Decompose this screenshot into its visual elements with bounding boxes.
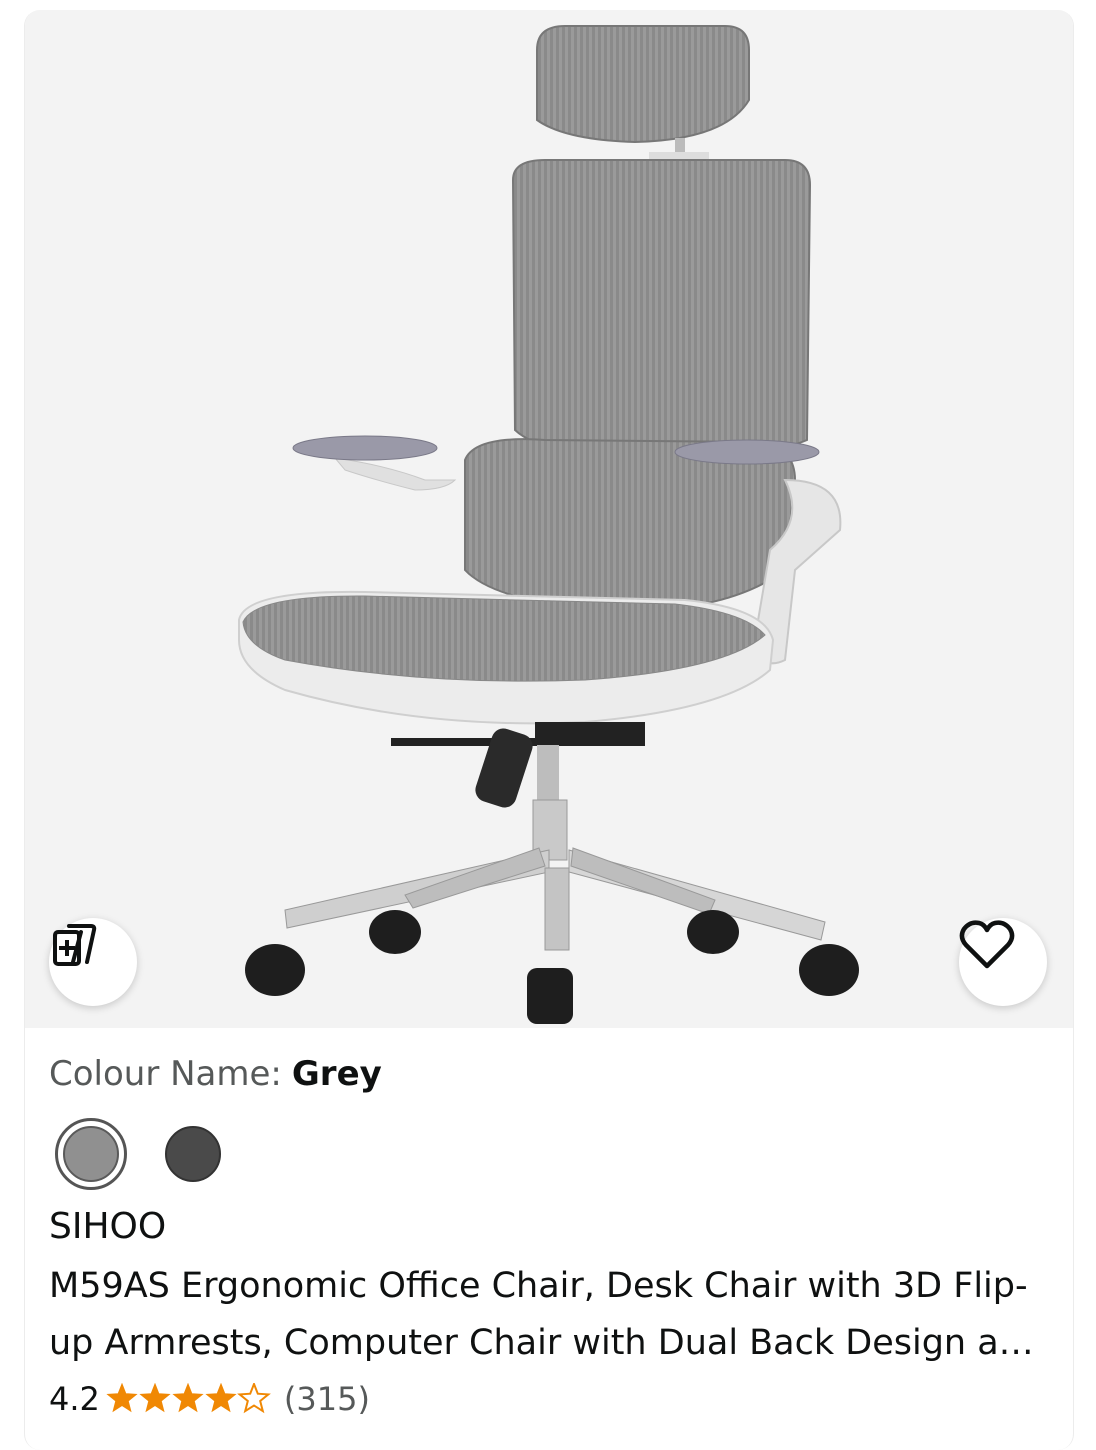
wishlist-button[interactable]: [959, 918, 1047, 1006]
compare-icon: [53, 924, 97, 966]
colour-row: Colour Name: Grey: [49, 1050, 1049, 1098]
swatch-grey[interactable]: [55, 1118, 127, 1190]
brand-name[interactable]: SIHOO: [49, 1202, 1049, 1252]
colour-value: Grey: [291, 1054, 382, 1094]
review-count: (315): [283, 1380, 370, 1418]
stars-icon: [106, 1383, 271, 1414]
compare-button[interactable]: [49, 918, 137, 1006]
star-1: [106, 1383, 138, 1413]
swatch-grey-dot: [63, 1126, 119, 1182]
star-4: [205, 1383, 237, 1413]
star-5: [236, 1383, 271, 1414]
colour-swatches: [49, 1118, 1049, 1202]
product-image[interactable]: [25, 10, 1073, 1028]
star-2: [139, 1383, 171, 1413]
product-card: Colour Name: Grey SIHOO M59AS Ergonomic O…: [24, 10, 1074, 1450]
star-3: [172, 1383, 204, 1413]
chair-illustration: [238, 25, 859, 1024]
star-rating: [106, 1383, 274, 1415]
swatch-dark[interactable]: [165, 1126, 221, 1182]
rating-row[interactable]: 4.2 (315): [49, 1374, 1049, 1424]
product-title[interactable]: M59AS Ergonomic Office Chair, Desk Chair…: [49, 1258, 1049, 1372]
colour-label: Colour Name:: [49, 1054, 282, 1094]
product-info: Colour Name: Grey SIHOO M59AS Ergonomic O…: [49, 1050, 1049, 1424]
rating-value: 4.2: [49, 1380, 100, 1418]
heart-icon: [959, 920, 1015, 969]
